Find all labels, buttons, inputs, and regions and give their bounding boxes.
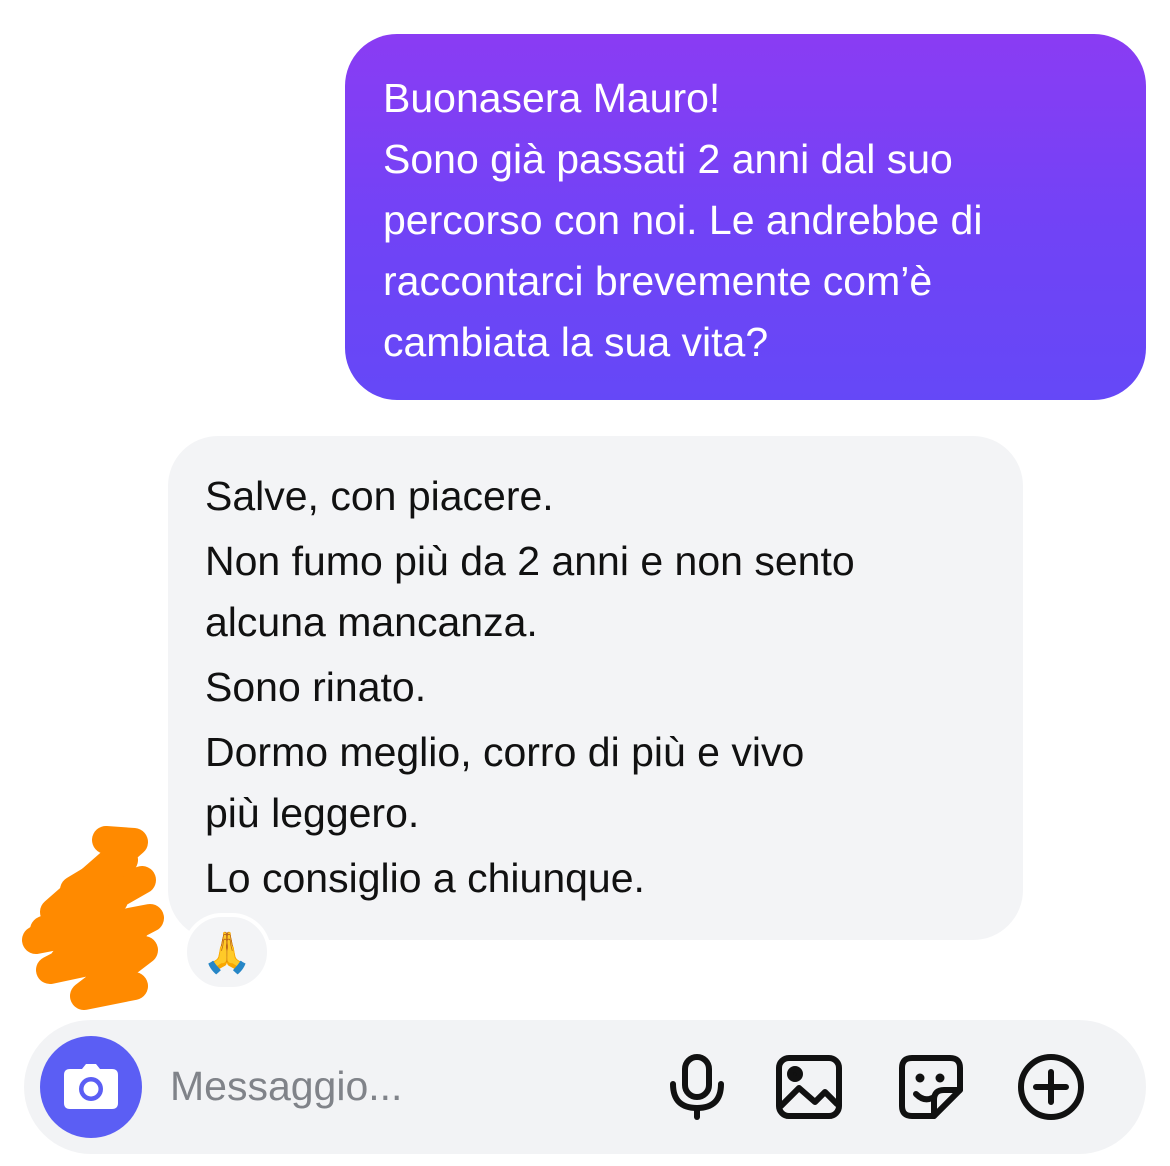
message-line: Lo consiglio a chiunque. [205, 855, 645, 901]
microphone-icon [670, 1054, 724, 1120]
outgoing-message-bubble[interactable]: Buonasera Mauro! Sono già passati 2 anni… [345, 34, 1146, 400]
camera-button[interactable] [40, 1036, 142, 1138]
message-line: più leggero. [205, 790, 420, 836]
message-line: Sono rinato. [205, 664, 427, 710]
message-line: Non fumo più da 2 anni e non sento [205, 538, 855, 584]
message-line: raccontarci brevemente com’è [383, 258, 933, 304]
message-composer [24, 1020, 1146, 1154]
image-icon [776, 1055, 842, 1119]
message-line: Dormo meglio, corro di più e vivo [205, 729, 805, 775]
message-line: alcuna mancanza. [205, 599, 538, 645]
message-line: percorso con noi. Le andrebbe di [383, 197, 983, 243]
incoming-message-bubble[interactable]: Salve, con piacere. Non fumo più da 2 an… [168, 436, 1023, 940]
message-line: Salve, con piacere. [205, 473, 554, 519]
sticker-icon [899, 1055, 963, 1119]
message-line: Buonasera Mauro! [383, 75, 721, 121]
message-input[interactable] [170, 1056, 640, 1116]
sticker-button[interactable] [894, 1050, 968, 1124]
microphone-button[interactable] [660, 1050, 734, 1124]
add-button[interactable] [1014, 1050, 1088, 1124]
scribble-redaction-icon [22, 826, 164, 1010]
camera-icon [64, 1064, 118, 1109]
reaction-badge[interactable]: 🙏 [183, 913, 271, 991]
add-circle-icon [1018, 1054, 1084, 1120]
folded-hands-icon: 🙏 [202, 930, 252, 975]
chat-screen: Buonasera Mauro! Sono già passati 2 anni… [0, 0, 1170, 1166]
message-line: Sono già passati 2 anni dal suo [383, 136, 953, 182]
gallery-button[interactable] [772, 1050, 846, 1124]
message-line: cambiata la sua vita? [383, 319, 769, 365]
